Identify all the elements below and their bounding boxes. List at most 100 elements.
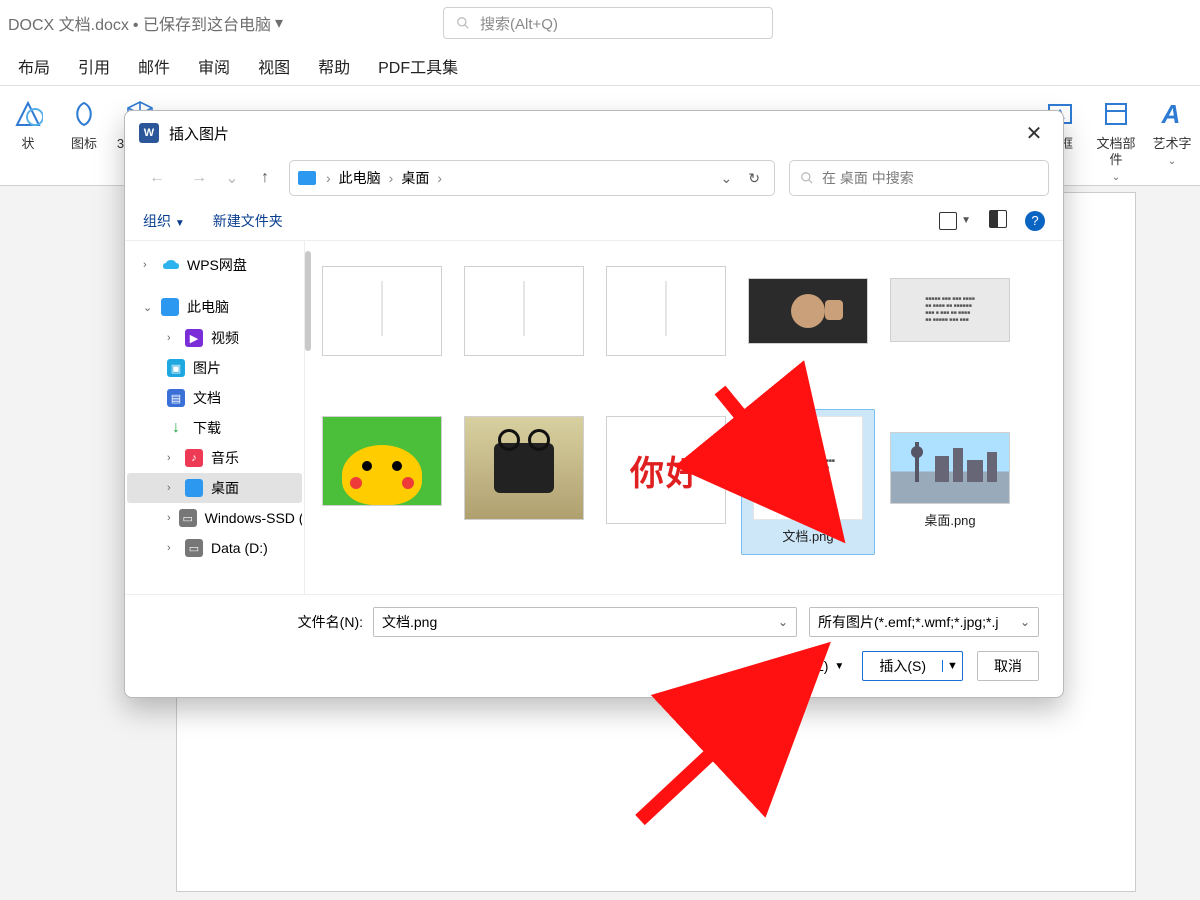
this-pc-icon bbox=[298, 171, 316, 185]
ribbon-tab[interactable]: 引用 bbox=[64, 54, 124, 78]
ribbon-tabs: 布局 引用 邮件 审阅 视图 帮助 PDF工具集 bbox=[0, 46, 1200, 86]
ribbon-icons-button[interactable]: 图标 bbox=[60, 96, 108, 152]
tree-item-drive-c[interactable]: ›▭Windows-SSD ( bbox=[127, 503, 302, 533]
file-thumbnail bbox=[322, 416, 442, 506]
ribbon-tab[interactable]: PDF工具集 bbox=[364, 54, 472, 78]
file-item[interactable] bbox=[457, 259, 591, 405]
breadcrumb[interactable]: › 此电脑 › 桌面 › ⌄ ↻ bbox=[289, 160, 775, 196]
app-search-input[interactable]: 搜索(Alt+Q) bbox=[443, 7, 773, 39]
cloud-icon bbox=[161, 256, 179, 274]
ribbon-docparts-button[interactable]: 文档部件⌄ bbox=[1092, 96, 1140, 186]
shapes-icon bbox=[10, 96, 46, 132]
file-item[interactable]: 桌面.png bbox=[883, 409, 1017, 555]
save-state-caret-icon[interactable]: ▾ bbox=[275, 13, 283, 33]
file-thumbnail: ■■■■■(Ctrl+V)■■■■■■■1. ■■■■■■■■■■■■■■2. … bbox=[753, 416, 863, 520]
folder-tree: ›WPS网盘 ⌄此电脑 ›▶视频 ▣图片 ▤文档 ↓下载 ›♪音乐 ›桌面 ›▭… bbox=[125, 241, 305, 594]
ribbon-tab[interactable]: 视图 bbox=[244, 54, 304, 78]
insert-split-dropdown[interactable]: ▼ bbox=[942, 660, 962, 672]
file-item[interactable] bbox=[315, 409, 449, 555]
insert-picture-dialog: W 插入图片 ✕ ← → ⌄ ↑ › 此电脑 › 桌面 › ⌄ ↻ 在 桌面 中… bbox=[124, 110, 1064, 698]
chevron-right-icon: › bbox=[433, 170, 446, 186]
chevron-down-icon[interactable]: ⌄ bbox=[1020, 615, 1030, 629]
scrollbar-handle[interactable] bbox=[305, 251, 311, 351]
ribbon-tab[interactable]: 帮助 bbox=[304, 54, 364, 78]
video-icon: ▶ bbox=[185, 329, 203, 347]
tree-item-wpscloud[interactable]: ›WPS网盘 bbox=[127, 249, 302, 281]
tree-item-pictures[interactable]: ▣图片 bbox=[127, 353, 302, 383]
file-item-selected[interactable]: ■■■■■(Ctrl+V)■■■■■■■1. ■■■■■■■■■■■■■■2. … bbox=[741, 409, 875, 555]
monitor-icon bbox=[161, 298, 179, 316]
tree-item-downloads[interactable]: ↓下载 bbox=[127, 413, 302, 443]
chevron-down-icon[interactable]: ⌄ bbox=[778, 615, 788, 629]
dialog-toolbar: 组织 ▼ 新建文件夹 ▼ ? bbox=[125, 201, 1063, 241]
app-search-placeholder: 搜索(Alt+Q) bbox=[480, 13, 558, 34]
close-button[interactable]: ✕ bbox=[1019, 121, 1049, 146]
help-button[interactable]: ? bbox=[1025, 211, 1045, 231]
breadcrumb-dropdown-icon[interactable]: ⌄ bbox=[711, 170, 743, 187]
filename-input[interactable]: 文档.png ⌄ bbox=[373, 607, 797, 637]
leaf-icon bbox=[66, 96, 102, 132]
nav-back-button[interactable]: ← bbox=[139, 162, 175, 194]
chevron-right-icon: › bbox=[167, 542, 177, 554]
tree-item-videos[interactable]: ›▶视频 bbox=[127, 323, 302, 353]
nav-up-button[interactable]: ↑ bbox=[247, 162, 283, 194]
tree-item-documents[interactable]: ▤文档 bbox=[127, 383, 302, 413]
file-item[interactable]: ■■■■■ ■■■ ■■■ ■■■■■■ ■■■■ ■■ ■■■■■■■■■ ■… bbox=[883, 259, 1017, 405]
organize-menu[interactable]: 组织 ▼ bbox=[143, 211, 185, 231]
preview-pane-icon bbox=[989, 210, 1007, 228]
filename-value: 文档.png bbox=[382, 612, 437, 632]
view-icon bbox=[939, 212, 957, 230]
parts-icon bbox=[1098, 96, 1134, 132]
dialog-titlebar: W 插入图片 ✕ bbox=[125, 111, 1063, 155]
ribbon-wordart-button[interactable]: A 艺术字⌄ bbox=[1148, 96, 1196, 170]
nav-forward-button[interactable]: → bbox=[181, 162, 217, 194]
chevron-right-icon: › bbox=[143, 259, 153, 271]
dialog-footer: 文件名(N): 文档.png ⌄ 所有图片(*.emf;*.wmf;*.jpg;… bbox=[125, 594, 1063, 697]
search-icon bbox=[800, 171, 814, 185]
file-item[interactable] bbox=[315, 259, 449, 405]
download-icon: ↓ bbox=[167, 419, 185, 437]
breadcrumb-item[interactable]: 此电脑 bbox=[335, 168, 385, 188]
chevron-down-icon: ⌄ bbox=[143, 301, 153, 314]
ribbon-shapes-button[interactable]: 状 bbox=[4, 96, 52, 152]
file-item[interactable] bbox=[457, 409, 591, 555]
picture-icon: ▣ bbox=[167, 359, 185, 377]
file-name-label: 文档.png bbox=[746, 526, 870, 545]
dialog-title: 插入图片 bbox=[169, 123, 229, 144]
nav-history-caret-icon[interactable]: ⌄ bbox=[223, 162, 241, 194]
ribbon-tab[interactable]: 审阅 bbox=[184, 54, 244, 78]
wordart-icon: A bbox=[1154, 96, 1190, 132]
preview-pane-button[interactable] bbox=[989, 210, 1007, 231]
chevron-down-icon: ⌄ bbox=[1168, 156, 1176, 167]
tree-item-music[interactable]: ›♪音乐 bbox=[127, 443, 302, 473]
cancel-button[interactable]: 取消 bbox=[977, 651, 1039, 681]
ribbon-tab[interactable]: 布局 bbox=[4, 54, 64, 78]
file-thumbnail bbox=[748, 278, 868, 344]
location-search-input[interactable]: 在 桌面 中搜索 bbox=[789, 160, 1049, 196]
doc-name: DOCX 文档.docx bbox=[8, 11, 129, 35]
tools-menu[interactable]: 工具(L) ▼ bbox=[779, 656, 848, 676]
svg-text:A: A bbox=[1161, 99, 1181, 129]
document-icon: ▤ bbox=[167, 389, 185, 407]
file-item[interactable]: 你好 bbox=[599, 409, 733, 555]
dialog-nav: ← → ⌄ ↑ › 此电脑 › 桌面 › ⌄ ↻ 在 桌面 中搜索 bbox=[125, 155, 1063, 201]
refresh-button[interactable]: ↻ bbox=[742, 170, 766, 187]
tree-item-thispc[interactable]: ⌄此电脑 bbox=[127, 291, 302, 323]
file-name-label: 桌面.png bbox=[888, 510, 1012, 529]
insert-button[interactable]: 插入(S) ▼ bbox=[862, 651, 963, 681]
filetype-filter[interactable]: 所有图片(*.emf;*.wmf;*.jpg;*.j ⌄ bbox=[809, 607, 1039, 637]
chevron-right-icon: › bbox=[167, 452, 177, 464]
ribbon-tab[interactable]: 邮件 bbox=[124, 54, 184, 78]
filter-value: 所有图片(*.emf;*.wmf;*.jpg;*.j bbox=[818, 612, 998, 632]
desktop-icon bbox=[185, 479, 203, 497]
file-item[interactable] bbox=[741, 259, 875, 405]
tree-item-drive-d[interactable]: ›▭Data (D:) bbox=[127, 533, 302, 563]
file-thumbnail: ■■■■■ ■■■ ■■■ ■■■■■■ ■■■■ ■■ ■■■■■■■■■ ■… bbox=[890, 278, 1010, 342]
tree-item-desktop[interactable]: ›桌面 bbox=[127, 473, 302, 503]
view-mode-button[interactable]: ▼ bbox=[939, 212, 971, 230]
file-grid[interactable]: ■■■■■ ■■■ ■■■ ■■■■■■ ■■■■ ■■ ■■■■■■■■■ ■… bbox=[305, 241, 1063, 594]
file-item[interactable] bbox=[599, 259, 733, 405]
breadcrumb-item[interactable]: 桌面 bbox=[397, 168, 433, 188]
drive-icon: ▭ bbox=[179, 509, 197, 527]
new-folder-button[interactable]: 新建文件夹 bbox=[213, 211, 283, 231]
